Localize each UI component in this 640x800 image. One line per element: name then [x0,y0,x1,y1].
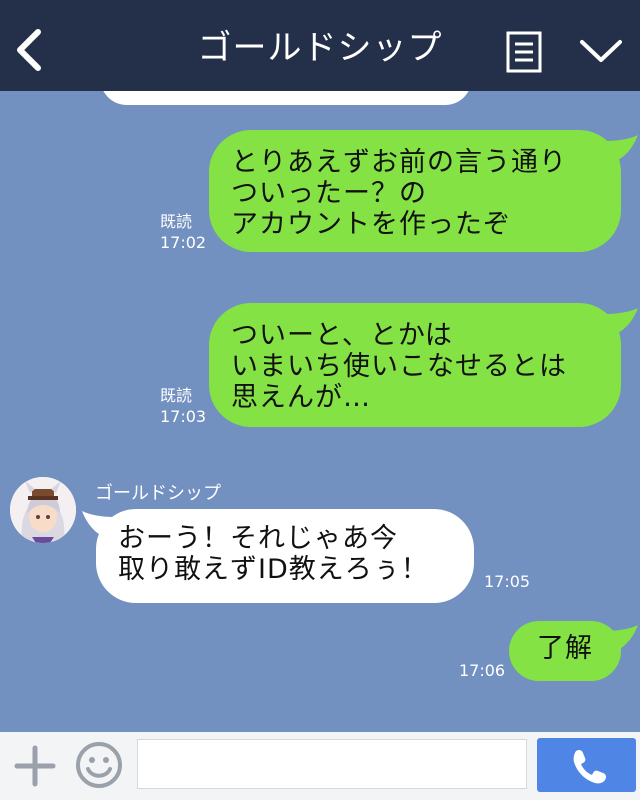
avatar[interactable] [10,477,76,543]
chat-area[interactable]: とりあえずお前の言う通り ついったー？の アカウントを作ったぞ 既読 17:02… [0,91,640,732]
message-time: 17:03 [160,407,207,426]
add-button[interactable] [14,745,56,787]
bubble-tail [606,308,638,334]
bubble-tail [606,625,638,651]
read-receipt: 既読 [160,386,193,405]
bubble-tail [606,135,638,161]
message-time: 17:05 [484,572,531,591]
call-button[interactable] [537,738,636,792]
read-receipt: 既読 [160,212,193,231]
avatar-character-icon [10,477,76,543]
menu-button[interactable] [506,31,542,73]
chevron-left-icon [17,29,41,71]
menu-icon [506,31,542,73]
message-bubble-them[interactable] [100,91,472,105]
smiley-icon [76,742,122,788]
collapse-button[interactable] [578,36,624,66]
chat-header: ゴールドシップ [0,0,640,91]
message-bubble-them[interactable]: おーう！それじゃあ今 取り敢えずID教えろぅ！ [96,509,474,603]
plus-icon [14,745,56,787]
message-bubble-me[interactable]: 了解 [509,621,621,681]
message-bubble-me[interactable]: ついーと、とかは いまいち使いこなせるとは 思えんが… [209,303,621,427]
message-time: 17:06 [459,661,506,680]
message-input[interactable] [137,739,527,789]
chevron-down-icon [580,40,622,62]
chat-title: ゴールドシップ [197,28,443,68]
sender-name: ゴールドシップ [95,483,221,504]
phone-icon [573,749,607,784]
message-bubble-me[interactable]: とりあえずお前の言う通り ついったー？の アカウントを作ったぞ [209,130,621,252]
emoji-button[interactable] [74,740,124,790]
back-button[interactable] [10,26,50,74]
message-time: 17:02 [160,233,207,252]
